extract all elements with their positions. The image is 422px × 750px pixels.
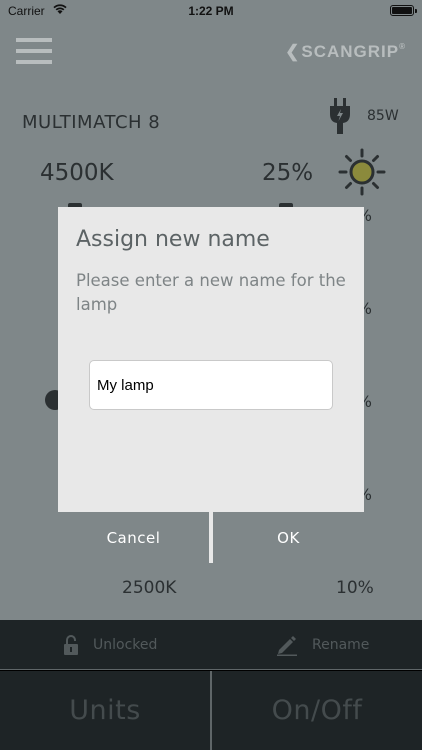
app-header: ❮SCANGRIP® [0, 22, 422, 82]
rename-dialog: Assign new name Please enter a new name … [58, 207, 364, 563]
clock: 1:22 PM [188, 4, 234, 18]
lock-status-label: Unlocked [93, 637, 158, 653]
unlock-icon [64, 635, 78, 655]
status-bar: Carrier 1:22 PM [0, 0, 422, 22]
color-temperature-value: 4500K [40, 160, 114, 186]
pencil-icon [277, 636, 297, 656]
plug-icon [330, 98, 350, 134]
rename-button[interactable]: Rename [276, 634, 369, 656]
dialog-message: Please enter a new name for the lamp [76, 271, 346, 314]
action-bar: Unlocked Rename [0, 620, 422, 670]
on-off-button[interactable]: On/Off [212, 671, 422, 750]
min-color-temperature-label: 2500K [122, 578, 177, 598]
lamp-name-input[interactable] [89, 360, 333, 410]
cancel-button[interactable]: Cancel [58, 512, 209, 563]
min-brightness-label: 10% [336, 578, 374, 598]
power-rating: 85W [367, 108, 399, 124]
sun-icon [338, 148, 386, 196]
dialog-title: Assign new name [76, 227, 270, 252]
lamp-model-name: MULTIMATCH 8 [22, 112, 161, 133]
lock-toggle[interactable]: Unlocked [63, 634, 157, 656]
bottom-bar: Units On/Off [0, 671, 422, 750]
hamburger-menu-icon[interactable] [16, 38, 52, 66]
rename-label: Rename [312, 637, 370, 653]
scangrip-logo: ❮SCANGRIP® [285, 42, 406, 61]
brightness-value: 25% [262, 160, 314, 186]
units-button[interactable]: Units [0, 671, 210, 750]
ok-button[interactable]: OK [213, 512, 364, 563]
battery-icon [390, 5, 417, 16]
